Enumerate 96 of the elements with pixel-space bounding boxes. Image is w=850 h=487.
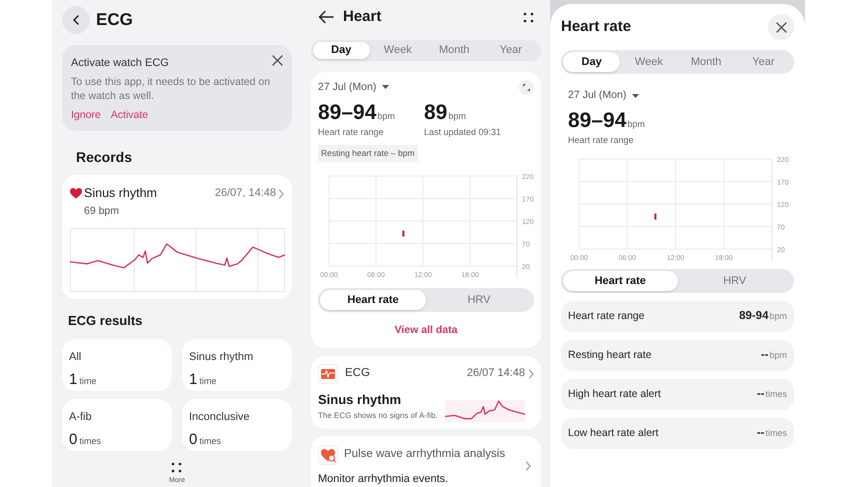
tab[interactable]: Year [482,42,539,58]
record-card[interactable]: Sinus rhythm 26/07, 14:48 69 bpm [62,175,292,299]
result-count: 0 [69,430,78,450]
back-arrow-icon [318,10,334,24]
pulse-card[interactable]: Pulse wave arrhythmia analysis Monitor arrhythmia events. [311,436,541,487]
metric-value: 89–94 [318,101,376,126]
stat-value: -- [760,348,768,364]
tab[interactable]: Year [734,52,792,72]
record-title: Sinus rhythm [84,185,157,202]
card-title: ECG [345,366,370,381]
result-count: 1 [69,370,78,390]
stat-label: High heart rate alert [568,386,661,402]
metric-unit: bpm [448,110,466,124]
metric-value: 89 [424,101,448,126]
result-label: Sinus rhythm [189,350,254,366]
result-unit: times [199,434,221,448]
result-card[interactable]: Inconclusive 0 times [182,399,292,452]
notice-title: Activate watch ECG [71,56,170,71]
stat-unit: bpm [769,310,787,323]
sheet-title: Heart rate [561,16,632,37]
stat-value: 89-94 [739,309,768,324]
tab[interactable]: Month [678,52,735,72]
metric-unit: bpm [377,110,395,124]
chevron-right-icon [528,368,534,378]
caret-icon [632,94,640,98]
stat-value: -- [756,426,764,442]
date-selector[interactable]: 27 Jul (Mon) [568,88,626,104]
result-label: A-fib [69,410,93,426]
card-title: Pulse wave arrhythmia analysis [344,447,506,462]
card-time: 26/07 14:48 [466,366,525,382]
stat-value: -- [756,387,764,402]
ecg-description: The ECG shows no signs of A-fib. [318,410,438,422]
link-button[interactable]: Ignore [71,108,101,124]
chevron-right-icon [525,461,531,472]
expand-button[interactable] [519,80,534,95]
card-subtitle: Monitor arrhythmia events. [318,472,450,487]
result-unit: time [79,374,96,388]
result-unit: time [199,374,216,388]
stat-unit: times [765,388,787,401]
back-button[interactable] [318,10,334,24]
menu-icon [523,12,534,22]
stat-unit: bpm [769,349,787,362]
metric-label: Heart rate range [568,134,635,147]
ecg-card[interactable]: ECG 26/07 14:48 Sinus rhythm The ECG shows no signs of A-fib. [311,356,541,429]
data-point [654,214,656,220]
metric-unit: bpm [627,118,645,131]
close-button[interactable] [272,55,283,66]
data-point [402,230,404,236]
tab[interactable]: Heart rate [563,271,678,292]
section-heading: ECG results [68,312,144,330]
metric-label: Heart rate range [318,126,385,140]
date-selector[interactable]: 27 Jul (Mon) [318,80,376,96]
result-card[interactable]: All 1 time [62,339,172,392]
info-chip: Resting heart rate – bpm [318,144,418,162]
stat-unit: times [765,427,787,440]
record-rate: 69 bpm [84,204,120,219]
heart-search-icon [318,445,338,465]
screen-title: ECG [96,9,133,32]
stat-label: Low heart rate alert [568,426,658,441]
back-icon [72,14,80,26]
heart-icon [70,188,82,200]
notice-message: To use this app, it needs to be activated on the watch as well. [71,74,272,102]
link-button[interactable]: Activate [110,108,148,124]
metric-label: Last updated 09:31 [424,126,502,140]
expand-icon [523,84,530,91]
more-icon [171,462,182,472]
tab[interactable]: Week [370,42,426,58]
stat-label: Resting heart rate [568,348,652,363]
tab[interactable]: Heart rate [320,290,426,310]
result-count: 0 [189,430,198,450]
tab[interactable]: Day [313,42,370,58]
section-heading: Records [76,148,134,168]
tab[interactable]: HRV [426,290,532,310]
close-button[interactable] [768,14,794,40]
view-all-link[interactable]: View all data [394,322,458,338]
stat-label: Heart rate range [568,308,644,324]
ecg-result: Sinus rhythm [318,390,402,409]
result-label: All [69,350,82,366]
result-count: 1 [189,370,198,390]
tab[interactable]: HRV [678,271,792,292]
tab[interactable]: Day [563,52,620,72]
record-time: 26/07, 14:48 [214,186,276,202]
result-unit: times [79,434,101,448]
chevron-right-icon [278,188,284,199]
result-card[interactable]: Sinus rhythm 1 time [182,339,292,392]
metric-value: 89–94 [568,108,626,133]
close-icon [272,55,283,66]
menu-button[interactable] [523,12,534,22]
caret-icon [382,85,390,90]
tab[interactable]: Month [426,42,482,58]
ecg-app-icon [318,364,338,384]
close-icon [776,22,786,32]
screen-title: Heart [343,6,382,27]
result-label: Inconclusive [189,410,251,426]
result-card[interactable]: A-fib 0 times [62,399,172,452]
tab[interactable]: Week [620,52,678,72]
